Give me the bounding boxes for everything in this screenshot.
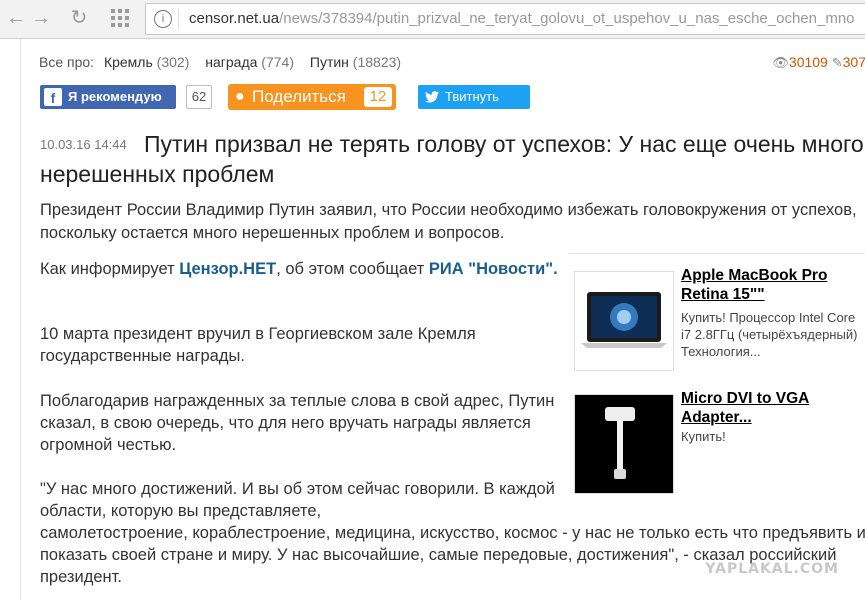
ad-macbook-title[interactable]: Apple MacBook Pro Retina 15"" — [681, 266, 865, 304]
back-arrow-icon[interactable]: ← — [4, 6, 28, 30]
forward-arrow-icon[interactable]: → — [29, 6, 53, 30]
facebook-label: Я рекомендую — [68, 89, 162, 104]
article-lead: Президент России Владимир Путин заявил, … — [40, 201, 857, 242]
reload-icon[interactable]: ↻ — [67, 6, 91, 30]
facebook-count: 62 — [186, 85, 212, 109]
article-title: Путин призвал не терять голову от успехо… — [40, 131, 864, 187]
views-count: 30109 — [788, 54, 828, 70]
apps-grid-icon[interactable] — [108, 6, 132, 30]
facebook-icon: f — [44, 88, 62, 106]
tweet-label: Твитнуть — [445, 89, 499, 104]
eye-icon: 👁 — [772, 55, 789, 70]
ad-dvi-adapter[interactable]: Micro DVI to VGA Adapter... Купить! — [569, 389, 865, 501]
article-stats: 👁30109 ✎307 — [772, 54, 865, 71]
comments-icon[interactable]: ✎ — [832, 55, 843, 70]
ad-macbook[interactable]: Apple MacBook Pro Retina 15"" Купить! Пр… — [569, 266, 865, 378]
article-paragraph-4a: "У нас много достижений. И вы об этом се… — [40, 480, 555, 520]
watermark: YAPLAKAL.COM — [705, 561, 839, 577]
url-text[interactable]: censor.net.ua/news/378394/putin_prizval_… — [189, 10, 855, 27]
article-paragraph-source: Как информирует Цензор.НЕТ, об этом сооб… — [40, 260, 558, 278]
article-paragraph-3: Поблагодарив награжденных за теплые слов… — [40, 392, 555, 454]
address-separator — [178, 9, 179, 29]
odnoklassniki-share-button[interactable]: ● Поделиться 12 — [228, 84, 396, 110]
odnoklassniki-icon: ● — [235, 88, 245, 105]
share-label: Поделиться — [252, 87, 346, 106]
url-host: censor.net.ua — [189, 10, 280, 27]
censor-link[interactable]: Цензор.НЕТ — [179, 260, 276, 278]
tags-bar: Все про: Кремль (302) награда (774) Пути… — [39, 54, 407, 70]
article-paragraph-4b: самолетостроение, кораблестроение, медиц… — [40, 524, 865, 586]
facebook-recommend-button[interactable]: f Я рекомендую — [40, 85, 176, 109]
ad-block: Apple MacBook Pro Retina 15"" Купить! Пр… — [569, 253, 865, 494]
browser-toolbar: ← → ↻ i censor.net.ua/news/378394/putin_… — [0, 0, 865, 39]
tags-label: Все про: — [39, 54, 95, 70]
tag-award[interactable]: награда (774) — [205, 54, 294, 70]
adapter-image[interactable] — [574, 394, 674, 494]
ad-dvi-title[interactable]: Micro DVI to VGA Adapter... — [681, 389, 865, 427]
article-page: Все про: Кремль (302) награда (774) Пути… — [20, 39, 865, 600]
twitter-bird-icon — [425, 85, 439, 111]
address-bar[interactable]: i censor.net.ua/news/378394/putin_prizva… — [145, 3, 865, 35]
comments-count[interactable]: 307 — [843, 54, 865, 70]
ria-novosti-link[interactable]: РИА "Новости". — [429, 260, 558, 278]
tag-putin[interactable]: Путин (18823) — [310, 54, 401, 70]
ad-dvi-desc: Купить! — [681, 429, 726, 444]
macbook-image[interactable] — [574, 271, 674, 371]
tag-kremlin[interactable]: Кремль (302) — [104, 54, 189, 70]
ad-macbook-desc: Купить! Процессор Intel Core i7 2.8ГГц (… — [681, 310, 858, 359]
article-paragraph-2: 10 марта президент вручил в Георгиевском… — [40, 325, 476, 365]
twitter-tweet-button[interactable]: Твитнуть — [418, 85, 530, 109]
page-info-icon[interactable]: i — [154, 10, 172, 28]
share-count: 12 — [364, 87, 392, 107]
url-path: /news/378394/putin_prizval_ne_teryat_gol… — [279, 10, 855, 27]
